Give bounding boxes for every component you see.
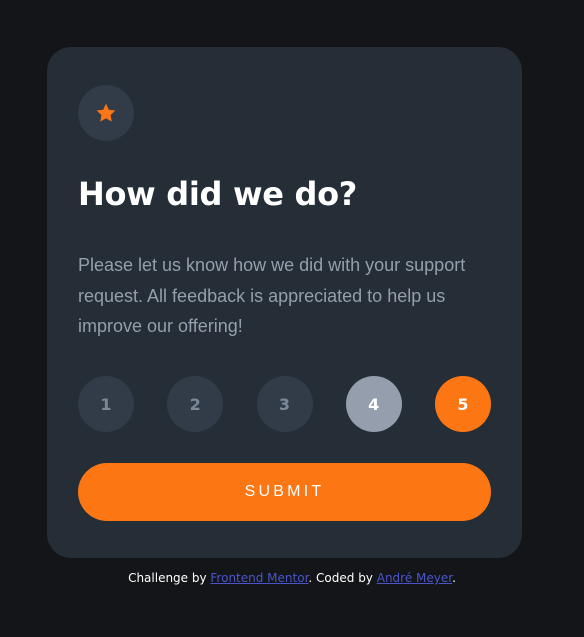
rating-button-3[interactable]: 3 — [256, 376, 313, 432]
attribution-prefix: Challenge by — [128, 571, 211, 585]
card-description: Please let us know how we did with your … — [78, 255, 466, 336]
rating-button-4[interactable]: 4 — [345, 376, 402, 432]
attribution-suffix: . — [452, 571, 456, 585]
rating-button-2[interactable]: 2 — [167, 376, 224, 432]
star-icon — [96, 103, 116, 122]
star-badge — [78, 85, 134, 141]
frontend-mentor-link[interactable]: Frontend Mentor — [210, 571, 308, 585]
attribution-footer: Challenge by Frontend Mentor. Coded by A… — [0, 570, 584, 586]
card-title: How did we do? — [78, 175, 358, 213]
submit-button[interactable]: SUBMIT — [78, 463, 491, 521]
rating-options: 1 2 3 4 5 — [78, 376, 491, 432]
rating-card: How did we do? Please let us know how we… — [47, 47, 522, 558]
rating-button-5[interactable]: 5 — [435, 376, 491, 432]
author-link[interactable]: André Meyer — [377, 571, 452, 585]
attribution-middle: . Coded by — [308, 571, 377, 585]
rating-button-1[interactable]: 1 — [78, 376, 134, 432]
